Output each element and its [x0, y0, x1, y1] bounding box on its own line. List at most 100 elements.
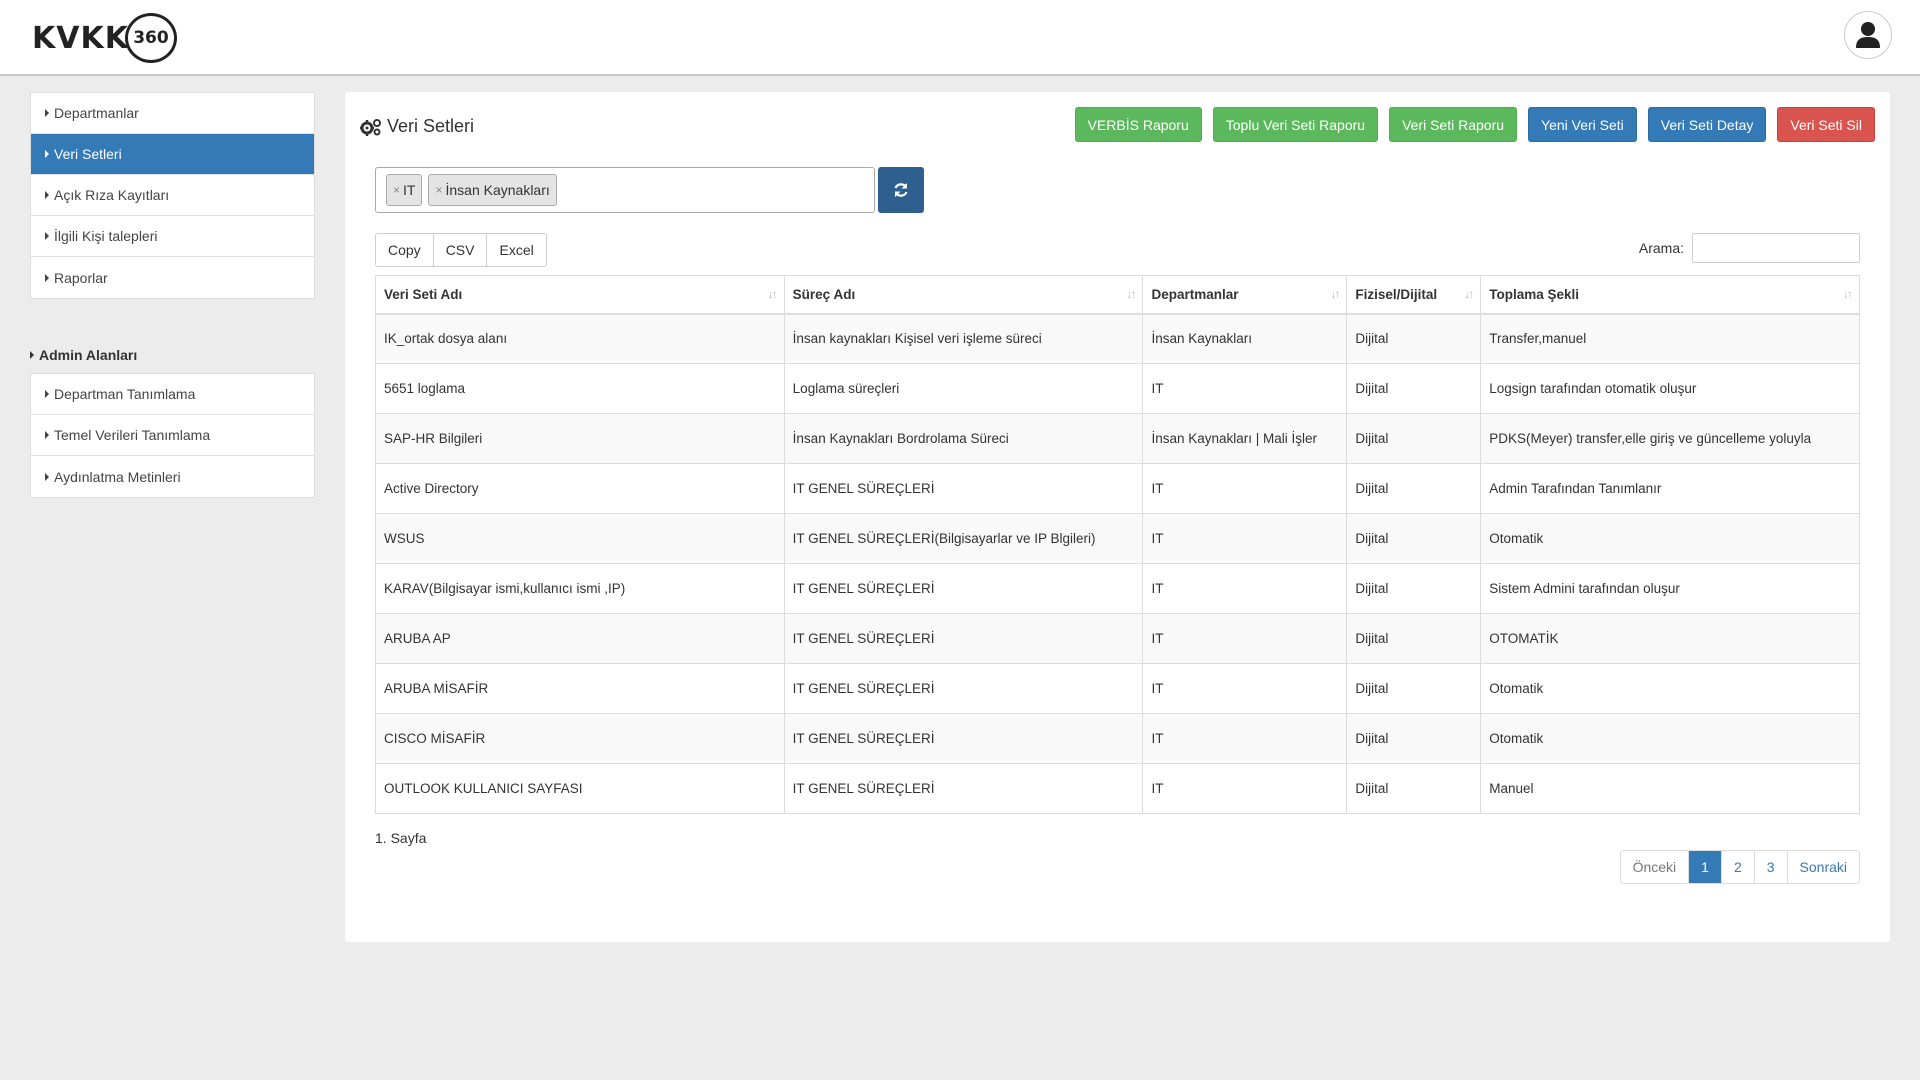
logo-text: KVKK [32, 20, 129, 56]
sidebar-item-label: Veri Setleri [54, 146, 122, 162]
sidebar-nav: Departmanlar Veri Setleri Açık Rıza Kayı… [30, 92, 315, 299]
table-cell: IT [1142, 513, 1348, 564]
verbis-report-button[interactable]: VERBİS Raporu [1074, 107, 1202, 142]
table-cell: IT [1142, 713, 1348, 764]
sidebar-item-label: Departman Tanımlama [54, 386, 196, 402]
column-header-collection-method[interactable]: Toplama Şekli ↓↑ [1480, 275, 1860, 315]
table-cell: KARAV(Bilgisayar ismi,kullanıcı ismi ,IP… [375, 563, 785, 614]
user-avatar[interactable] [1844, 11, 1892, 59]
table-cell: OUTLOOK KULLANICI SAYFASI [375, 763, 785, 814]
remove-tag-icon[interactable]: × [435, 183, 442, 197]
table-row[interactable]: ARUBA AP IT GENEL SÜREÇLERİ IT Dijital O… [375, 613, 1860, 664]
dataset-detail-button[interactable]: Veri Seti Detay [1647, 107, 1767, 142]
table-cell: IT GENEL SÜREÇLERİ [783, 763, 1144, 814]
caret-right-icon [45, 273, 49, 282]
table-cell: 5651 loglama [375, 363, 785, 414]
caret-right-icon [45, 472, 49, 481]
filter-tag[interactable]: × İnsan Kaynakları [428, 174, 557, 206]
table-row[interactable]: WSUS IT GENEL SÜREÇLERİ(Bilgisayarlar ve… [375, 513, 1860, 564]
table-cell: CISCO MİSAFİR [375, 713, 785, 764]
refresh-button[interactable] [878, 167, 924, 213]
delete-dataset-button[interactable]: Veri Seti Sil [1777, 107, 1875, 142]
sort-icon: ↓↑ [1464, 287, 1474, 301]
table-row[interactable]: IK_ortak dosya alanı İnsan kaynakları Ki… [375, 313, 1860, 364]
sidebar-item-veri-setleri[interactable]: Veri Setleri [31, 134, 314, 175]
sidebar-item-label: İlgili Kişi talepleri [54, 228, 158, 244]
table-cell: Dijital [1346, 713, 1482, 764]
table-cell: Dijital [1346, 463, 1482, 514]
prev-page-button[interactable]: Önceki [1620, 851, 1690, 883]
table-cell: Transfer,manuel [1480, 313, 1860, 364]
table-row[interactable]: SAP-HR Bilgileri İnsan Kaynakları Bordro… [375, 413, 1860, 464]
excel-button[interactable]: Excel [487, 234, 546, 266]
page-button-3[interactable]: 3 [1754, 851, 1788, 883]
table-cell: Sistem Admini tarafından oluşur [1480, 563, 1860, 614]
copy-button[interactable]: Copy [376, 234, 434, 266]
page-button-1[interactable]: 1 [1689, 851, 1722, 883]
sidebar-item-label: Aydınlatma Metinleri [54, 468, 181, 485]
table-cell: IT GENEL SÜREÇLERİ [783, 663, 1144, 714]
table-cell: Dijital [1346, 363, 1482, 414]
caret-right-icon [45, 431, 49, 439]
sidebar-item-acik-riza[interactable]: Açık Rıza Kayıtları [31, 175, 314, 216]
caret-right-icon [45, 390, 49, 398]
table-row[interactable]: ARUBA MİSAFİR IT GENEL SÜREÇLERİ IT Diji… [375, 663, 1860, 714]
table-cell: IT [1142, 663, 1348, 714]
table-cell: Dijital [1346, 613, 1482, 664]
sidebar-item-aydinlatma[interactable]: Aydınlatma Metinleri [31, 456, 314, 497]
dataset-report-button[interactable]: Veri Seti Raporu [1389, 107, 1518, 142]
admin-heading-label: Admin Alanları [39, 347, 138, 363]
table-cell: ARUBA AP [375, 613, 785, 664]
sidebar-item-temel-veriler[interactable]: Temel Verileri Tanımlama [31, 415, 314, 456]
table-cell: PDKS(Meyer) transfer,elle giriş ve günce… [1480, 413, 1860, 464]
next-page-button[interactable]: Sonraki [1787, 851, 1859, 883]
sidebar-item-departmanlar[interactable]: Departmanlar [31, 93, 314, 134]
table-row[interactable]: 5651 loglama Loglama süreçleri IT Dijita… [375, 363, 1860, 414]
table-row[interactable]: Active Directory IT GENEL SÜREÇLERİ IT D… [375, 463, 1860, 514]
new-dataset-button[interactable]: Yeni Veri Seti [1528, 107, 1637, 142]
sidebar-item-raporlar[interactable]: Raporlar [31, 257, 314, 298]
column-header-departments[interactable]: Departmanlar ↓↑ [1142, 275, 1348, 315]
filter-tag-label: IT [403, 182, 416, 198]
table-cell: WSUS [375, 513, 785, 564]
page-title-text: Veri Setleri [387, 116, 475, 136]
sort-icon: ↓↑ [1843, 287, 1853, 301]
table-cell: İnsan Kaynakları Bordrolama Süreci [783, 413, 1144, 464]
remove-tag-icon[interactable]: × [393, 183, 400, 197]
table-row[interactable]: CISCO MİSAFİR IT GENEL SÜREÇLERİ IT Diji… [375, 713, 1860, 764]
caret-right-icon [45, 109, 49, 117]
sidebar-item-departman-tanimlama[interactable]: Departman Tanımlama [31, 374, 314, 415]
search-input[interactable] [1692, 233, 1860, 263]
column-header-dataset-name[interactable]: Veri Seti Adı ↓↑ [375, 275, 785, 315]
table-cell: İnsan Kaynakları [1142, 313, 1348, 364]
table-cell: IT [1142, 613, 1348, 664]
sort-icon: ↓↑ [1330, 287, 1340, 301]
sort-icon: ↓↑ [767, 287, 778, 301]
table-cell: Dijital [1346, 513, 1482, 564]
kvkk360-logo[interactable]: KVKK 360 [32, 12, 177, 64]
user-icon [1856, 22, 1880, 48]
table-cell: IK_ortak dosya alanı [375, 313, 785, 364]
table-cell: Dijital [1346, 413, 1482, 464]
table-cell: Admin Tarafından Tanımlanır [1480, 463, 1860, 514]
page-title: Veri Setleri [360, 116, 474, 137]
bulk-dataset-report-button[interactable]: Toplu Veri Seti Raporu [1212, 107, 1379, 142]
csv-button[interactable]: CSV [433, 234, 488, 266]
sidebar-item-label: Raporlar [54, 269, 108, 286]
table-header-row: Veri Seti Adı ↓↑ Süreç Adı ↓↑ Departmanlar… [375, 275, 1860, 315]
table-cell: Dijital [1346, 563, 1482, 614]
sidebar-item-ilgili-kisi[interactable]: İlgili Kişi talepleri [31, 216, 314, 257]
column-header-process-name[interactable]: Süreç Adı ↓↑ [783, 275, 1144, 315]
table-cell: IT GENEL SÜREÇLERİ [783, 613, 1144, 664]
sidebar-item-label: Temel Verileri Tanımlama [54, 427, 211, 443]
page-button-2[interactable]: 2 [1721, 851, 1755, 883]
filter-tag[interactable]: × IT [386, 174, 423, 206]
table-row[interactable]: OUTLOOK KULLANICI SAYFASI IT GENEL SÜREÇ… [375, 763, 1860, 814]
table-row[interactable]: KARAV(Bilgisayar ismi,kullanıcı ismi ,IP… [375, 563, 1860, 614]
department-filter-input[interactable]: × IT × İnsan Kaynakları [375, 167, 875, 213]
sidebar-item-label: Departmanlar [54, 105, 139, 121]
column-header-physical-digital[interactable]: Fizisel/Dijital ↓↑ [1346, 275, 1482, 315]
action-buttons: VERBİS Raporu Toplu Veri Seti Raporu Ver… [1074, 107, 1875, 142]
table-cell: SAP-HR Bilgileri [375, 413, 785, 464]
table-cell: Active Directory [375, 463, 785, 514]
